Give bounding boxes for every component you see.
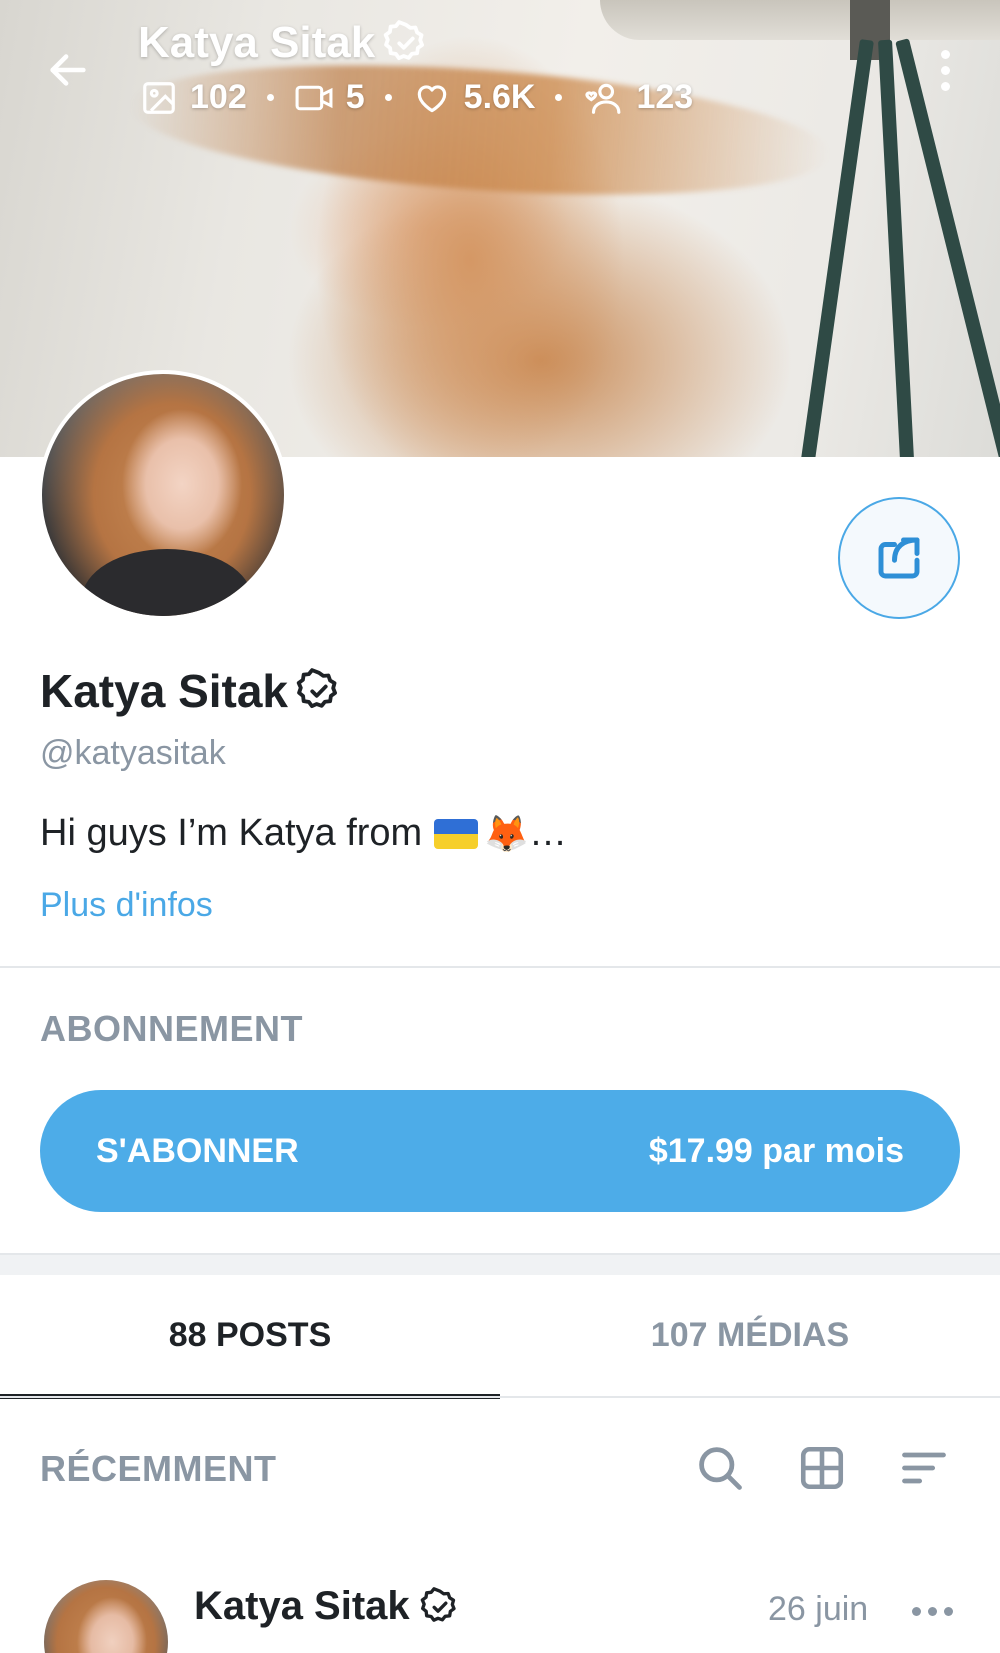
profile-handle: @katyasitak: [40, 734, 226, 772]
recent-title: RÉCEMMENT: [40, 1448, 277, 1489]
tab-posts[interactable]: 88 POSTS: [0, 1275, 500, 1399]
sort-icon: [902, 1452, 946, 1484]
profile-name: Katya Sitak: [40, 665, 289, 717]
fans-count: 123: [636, 78, 694, 116]
post-author-avatar[interactable]: [44, 1580, 168, 1653]
more-horizontal-icon: [912, 1606, 921, 1616]
fans-stat: 123: [582, 78, 693, 117]
verified-badge-icon: [296, 668, 338, 709]
share-button[interactable]: [838, 497, 960, 619]
sort-button[interactable]: [894, 1438, 954, 1498]
tab-medias[interactable]: 107 MÉDIAS: [500, 1275, 1000, 1395]
more-info-link[interactable]: Plus d'infos: [40, 886, 213, 925]
divider: [0, 966, 1000, 968]
header-name: Katya Sitak: [138, 18, 376, 67]
subscribe-button[interactable]: S'ABONNER $17.99 par mois: [40, 1090, 960, 1212]
profile-name-row: Katya Sitak: [40, 664, 342, 718]
post-more-button[interactable]: [912, 1596, 953, 1626]
videos-count: 5: [345, 78, 365, 116]
grid-view-button[interactable]: [792, 1438, 852, 1498]
feed-toolbar: [690, 1438, 954, 1498]
header-title: Katya Sitak: [138, 18, 429, 68]
more-vertical-button[interactable]: [925, 40, 965, 100]
subscribe-label: S'ABONNER: [96, 1131, 299, 1170]
photos-count: 102: [190, 78, 247, 116]
arrow-left-icon: [50, 54, 86, 86]
user-icon: [585, 83, 621, 114]
profile-avatar[interactable]: [38, 370, 288, 620]
ukraine-flag-icon: [434, 818, 479, 849]
likes-stat: 5.6K: [412, 78, 536, 117]
back-button[interactable]: [38, 40, 98, 100]
more-vertical-icon: [940, 49, 950, 59]
subscription-title: ABONNEMENT: [40, 1008, 303, 1049]
grid-icon: [800, 1446, 844, 1490]
bio-ellipsis: …: [529, 812, 568, 854]
verified-badge-icon: [420, 1586, 456, 1622]
post-date: 26 juin: [768, 1590, 869, 1628]
verified-badge-icon: [384, 20, 425, 61]
post-author-name[interactable]: Katya Sitak: [194, 1584, 410, 1629]
search-button[interactable]: [690, 1438, 750, 1498]
likes-count: 5.6K: [463, 78, 536, 116]
section-gap: [0, 1255, 1000, 1275]
search-icon: [699, 1447, 742, 1490]
video-icon: [295, 85, 333, 110]
divider: [0, 1396, 1000, 1398]
heart-icon: [417, 84, 446, 112]
profile-bio: Hi guys I’m Katya from 🦊 …: [40, 812, 567, 855]
top-bar: Katya Sitak 102 5 5.6K 123: [0, 0, 1000, 130]
fox-icon: 🦊: [484, 812, 530, 854]
share-icon: [878, 537, 920, 579]
photos-stat: 102: [140, 78, 247, 117]
image-icon: [143, 81, 175, 114]
content-tabs: 88 POSTS 107 MÉDIAS: [0, 1275, 1000, 1399]
bio-text: Hi guys I’m Katya from: [40, 812, 423, 854]
subscribe-price: $17.99 par mois: [648, 1131, 904, 1170]
videos-stat: 5: [294, 78, 365, 117]
header-stats: 102 5 5.6K 123: [140, 78, 693, 117]
post-author-row: Katya Sitak: [194, 1584, 460, 1629]
